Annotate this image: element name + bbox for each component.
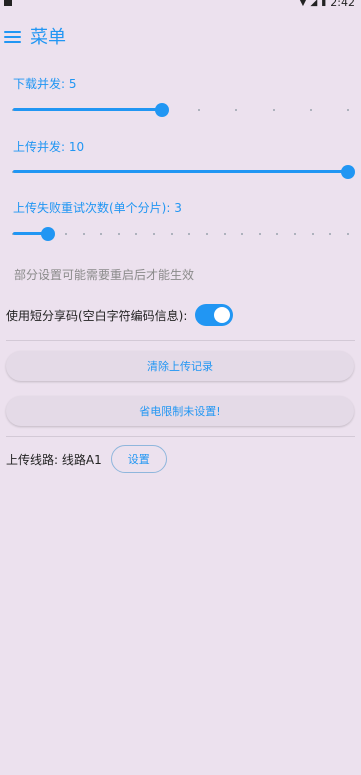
app-bar: 菜单 (4, 25, 66, 48)
slider-tick (153, 233, 156, 235)
download-concurrency-slider[interactable] (12, 103, 349, 117)
power-saving-button[interactable]: 省电限制未设置! (6, 396, 354, 426)
slider-tick (347, 233, 349, 235)
upload-concurrency-label: 上传并发: 10 (13, 140, 85, 154)
slider-tick (276, 233, 279, 235)
slider-tick (272, 109, 275, 111)
divider (6, 340, 355, 341)
upload-retry-slider[interactable] (12, 227, 349, 241)
wifi-icon: ▼ (299, 0, 307, 8)
slider-tick (347, 109, 349, 111)
slider-tick (82, 233, 85, 235)
restart-note: 部分设置可能需要重启后才能生效 (14, 268, 195, 282)
download-concurrency-label: 下载并发: 5 (13, 77, 77, 91)
slider-tick (258, 233, 261, 235)
status-bar: ▼ ◢ ▮ 2:42 (0, 0, 361, 10)
slider-tick (223, 233, 226, 235)
slider-tick (188, 233, 191, 235)
slider-thumb[interactable] (154, 103, 169, 117)
slider-tick (170, 233, 173, 235)
signal-icon: ◢ (310, 0, 318, 8)
upload-route-row: 上传线路: 线路A1 设置 (6, 444, 167, 474)
slider-tick (294, 233, 297, 235)
slider-tick (64, 233, 67, 235)
slider-thumb[interactable] (341, 165, 355, 179)
short-share-row: 使用短分享码(空白字符编码信息): (6, 304, 346, 326)
slider-tick (205, 233, 208, 235)
upload-retry-label: 上传失败重试次数(单个分片): 3 (13, 201, 182, 215)
slider-tick (100, 233, 103, 235)
page-title: 菜单 (30, 27, 66, 48)
toggle-knob (214, 307, 231, 323)
slider-tick (309, 109, 312, 111)
upload-route-label: 上传线路: 线路A1 (6, 452, 102, 467)
battery-icon: ▮ (321, 0, 327, 8)
slider-tick (241, 233, 244, 235)
status-indicators: ▼ ◢ ▮ 2:42 (300, 0, 356, 9)
slider-thumb[interactable] (41, 227, 56, 241)
menu-icon[interactable] (4, 29, 22, 43)
clear-upload-button[interactable]: 清除上传记录 (6, 351, 354, 381)
slider-tick (198, 109, 201, 111)
short-share-toggle[interactable] (195, 304, 234, 326)
short-share-label: 使用短分享码(空白字符编码信息): (6, 308, 188, 323)
notification-icon (4, 0, 12, 6)
divider (6, 436, 355, 437)
status-time: 2:42 (330, 0, 355, 9)
slider-tick (311, 233, 314, 235)
route-settings-button[interactable]: 设置 (110, 445, 167, 473)
slider-tick (135, 233, 138, 235)
slider-tick (235, 109, 238, 111)
slider-tick (117, 233, 120, 235)
upload-concurrency-slider[interactable] (12, 165, 355, 179)
slider-tick (329, 233, 332, 235)
